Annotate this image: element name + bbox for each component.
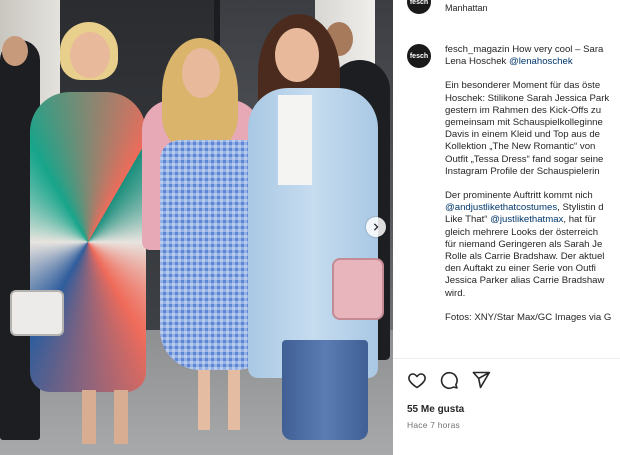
caption-paragraph-3: Fotos: XNY/Star Max/GC Images via G <box>445 312 620 324</box>
post-timestamp[interactable]: Hace 7 horas <box>407 420 460 430</box>
caption-paragraph-1: Ein besonderer Moment für das öste Hosch… <box>445 80 620 178</box>
photo-person1-dress <box>30 92 146 392</box>
photo-person1-leg <box>114 390 128 444</box>
chevron-right-icon <box>373 223 379 231</box>
photo-person3-top <box>278 95 312 185</box>
carousel-next-button[interactable] <box>366 217 386 237</box>
section-divider <box>393 358 620 359</box>
caption-text: How very cool – Sara <box>509 44 604 55</box>
caption-line: Jessica Parker alias Carrie Bradshaw <box>445 275 605 287</box>
photo-person3-jeans <box>282 340 368 440</box>
caption-paragraph-2: Der prominente Auftritt kommt nich @andj… <box>445 190 620 300</box>
caption-line: gestern im Rahmen des Kick-Offs zu <box>445 104 602 116</box>
caption-line: Fotos: XNY/Star Max/GC Images via G <box>445 311 612 323</box>
photo-pink-handbag <box>332 258 384 320</box>
post-caption: fesch_magazin How very cool – Sara Lena … <box>445 44 620 324</box>
caption-avatar[interactable]: fesch <box>407 44 431 68</box>
header-avatar[interactable]: fesch <box>407 0 431 14</box>
photo-person2-leg <box>198 370 210 430</box>
photo-person3-coat <box>248 88 378 378</box>
likes-count[interactable]: 55 Me gusta <box>407 404 464 415</box>
caption-line: für niemand Geringeren als Sarah Je <box>445 238 603 250</box>
photo-bystander-left-head <box>2 36 28 66</box>
caption-line: Davis in einem Kleid und Top aus de <box>445 129 601 141</box>
caption-line: gleich mehrere Looks der österreich <box>445 226 599 238</box>
caption-line: wird. <box>445 287 466 299</box>
photo-white-handbag <box>10 290 64 336</box>
caption-line: den Auftakt zu einer Serie von Outfi <box>445 263 596 275</box>
heart-icon[interactable] <box>407 370 427 390</box>
photo-person2-head <box>182 48 220 98</box>
caption-line: Rolle als Carrie Bradshaw. Der aktuel <box>445 251 605 263</box>
photo-person3-head <box>275 28 319 82</box>
mention-link[interactable]: @lenahoschek <box>509 56 573 67</box>
caption-text: Like That“ <box>445 214 491 226</box>
caption-line: Der prominente Auftritt kommt nich <box>445 190 593 202</box>
caption-line: Instagram Profile der Schauspielerin <box>445 165 600 177</box>
post-actions <box>407 370 491 390</box>
mention-link[interactable]: @justlikethatmax <box>490 214 563 225</box>
send-icon[interactable] <box>471 370 491 390</box>
caption-line: Hoschek: Stilikone Sarah Jessica Park <box>445 92 610 104</box>
caption-line: Kollektion „The New Romantic“ von <box>445 141 596 153</box>
post-location[interactable]: Manhattan <box>445 3 488 13</box>
comment-icon[interactable] <box>439 370 459 390</box>
mention-link[interactable]: @andjustlikethatcostumes <box>445 202 557 213</box>
caption-username[interactable]: fesch_magazin <box>445 44 510 55</box>
caption-line: gemeinsam mit Schauspielkolleginne <box>445 117 603 129</box>
avatar-label: fesch <box>409 0 429 6</box>
caption-text: , Stylistin d <box>557 202 604 214</box>
caption-text: , hat für <box>563 214 596 226</box>
caption-scroll-area[interactable]: fesch_magazin How very cool – Sara Lena … <box>445 44 620 356</box>
photo-person1-leg <box>82 390 96 444</box>
post-side-panel: fesch Manhattan fesch fesch_magazin How … <box>393 0 620 455</box>
post-photo[interactable] <box>0 0 393 455</box>
photo-person1-head <box>70 32 110 78</box>
caption-text: Lena Hoschek <box>445 56 509 68</box>
caption-line: Outfit „Tessa Dress“ fand sogar seine <box>445 153 604 165</box>
caption-line: Ein besonderer Moment für das öste <box>445 80 601 92</box>
photo-person2-leg <box>228 370 240 430</box>
avatar-label: fesch <box>409 52 429 60</box>
